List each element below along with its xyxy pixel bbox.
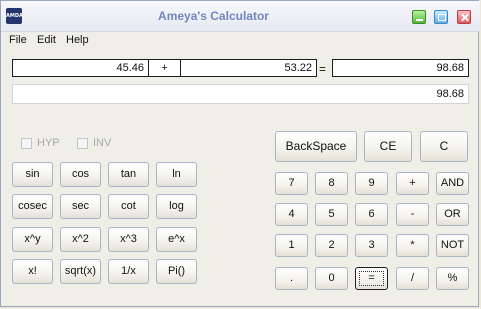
operator-field[interactable]: + (148, 59, 181, 77)
ln-button[interactable]: ln (156, 162, 197, 187)
backspace-button[interactable]: BackSpace (275, 131, 357, 162)
clear-button[interactable]: C (420, 131, 468, 162)
equals-sign: = (319, 62, 327, 76)
inv-label: INV (93, 137, 112, 149)
reciprocal-button[interactable]: 1/x (108, 259, 149, 284)
subtract-button[interactable]: - (396, 203, 429, 226)
cube-button[interactable]: x^3 (108, 227, 149, 252)
menu-bar: File Edit Help (1, 32, 480, 50)
digit-4-button[interactable]: 4 (275, 203, 308, 226)
maximize-icon (435, 11, 447, 23)
sin-button[interactable]: sin (12, 162, 53, 187)
percent-button[interactable]: % (436, 267, 469, 290)
digit-0-button[interactable]: 0 (315, 267, 348, 290)
digit-3-button[interactable]: 3 (355, 234, 388, 257)
square-button[interactable]: x^2 (60, 227, 101, 252)
operand1-field[interactable]: 45.46 (12, 59, 149, 77)
cosec-button[interactable]: cosec (12, 194, 53, 219)
result-field[interactable]: 98.68 (332, 59, 469, 77)
minimize-button[interactable] (412, 10, 426, 24)
add-button[interactable]: + (396, 172, 429, 195)
hyp-checkbox[interactable]: HYP (21, 137, 66, 151)
digit-9-button[interactable]: 9 (355, 172, 388, 195)
divide-button[interactable]: / (396, 267, 429, 290)
menu-edit[interactable]: Edit (37, 34, 56, 46)
window-title: Ameya's Calculator (158, 9, 269, 23)
inv-checkbox-box (77, 138, 88, 149)
and-button[interactable]: AND (436, 172, 469, 195)
inv-checkbox[interactable]: INV (77, 137, 122, 151)
sqrt-button[interactable]: sqrt(x) (60, 259, 101, 284)
menu-help[interactable]: Help (66, 34, 89, 46)
calculator-window: AMDA Ameya's Calculator File Edit Help 4… (0, 0, 480, 307)
multiply-button[interactable]: * (396, 234, 429, 257)
not-button[interactable]: NOT (436, 234, 469, 257)
digit-2-button[interactable]: 2 (315, 234, 348, 257)
close-button[interactable] (457, 10, 471, 24)
decimal-button[interactable]: . (275, 267, 308, 290)
digit-7-button[interactable]: 7 (275, 172, 308, 195)
digit-6-button[interactable]: 6 (355, 203, 388, 226)
close-icon (458, 11, 470, 23)
maximize-button[interactable] (434, 10, 448, 24)
title-bar[interactable]: AMDA Ameya's Calculator (1, 1, 480, 32)
equals-button[interactable]: = (355, 267, 388, 290)
sec-button[interactable]: sec (60, 194, 101, 219)
cos-button[interactable]: cos (60, 162, 101, 187)
minimize-icon (413, 11, 425, 23)
hyp-checkbox-box (21, 138, 32, 149)
operand2-field[interactable]: 53.22 (180, 59, 317, 77)
ce-button[interactable]: CE (364, 131, 412, 162)
hyp-label: HYP (37, 137, 60, 149)
log-button[interactable]: log (156, 194, 197, 219)
digit-1-button[interactable]: 1 (275, 234, 308, 257)
power-button[interactable]: x^y (12, 227, 53, 252)
or-button[interactable]: OR (436, 203, 469, 226)
tan-button[interactable]: tan (108, 162, 149, 187)
exp-button[interactable]: e^x (156, 227, 197, 252)
main-display[interactable]: 98.68 (12, 84, 469, 104)
factorial-button[interactable]: x! (12, 259, 53, 284)
menu-file[interactable]: File (9, 34, 27, 46)
pi-button[interactable]: Pi() (156, 259, 197, 284)
cot-button[interactable]: cot (108, 194, 149, 219)
digit-5-button[interactable]: 5 (315, 203, 348, 226)
digit-8-button[interactable]: 8 (315, 172, 348, 195)
